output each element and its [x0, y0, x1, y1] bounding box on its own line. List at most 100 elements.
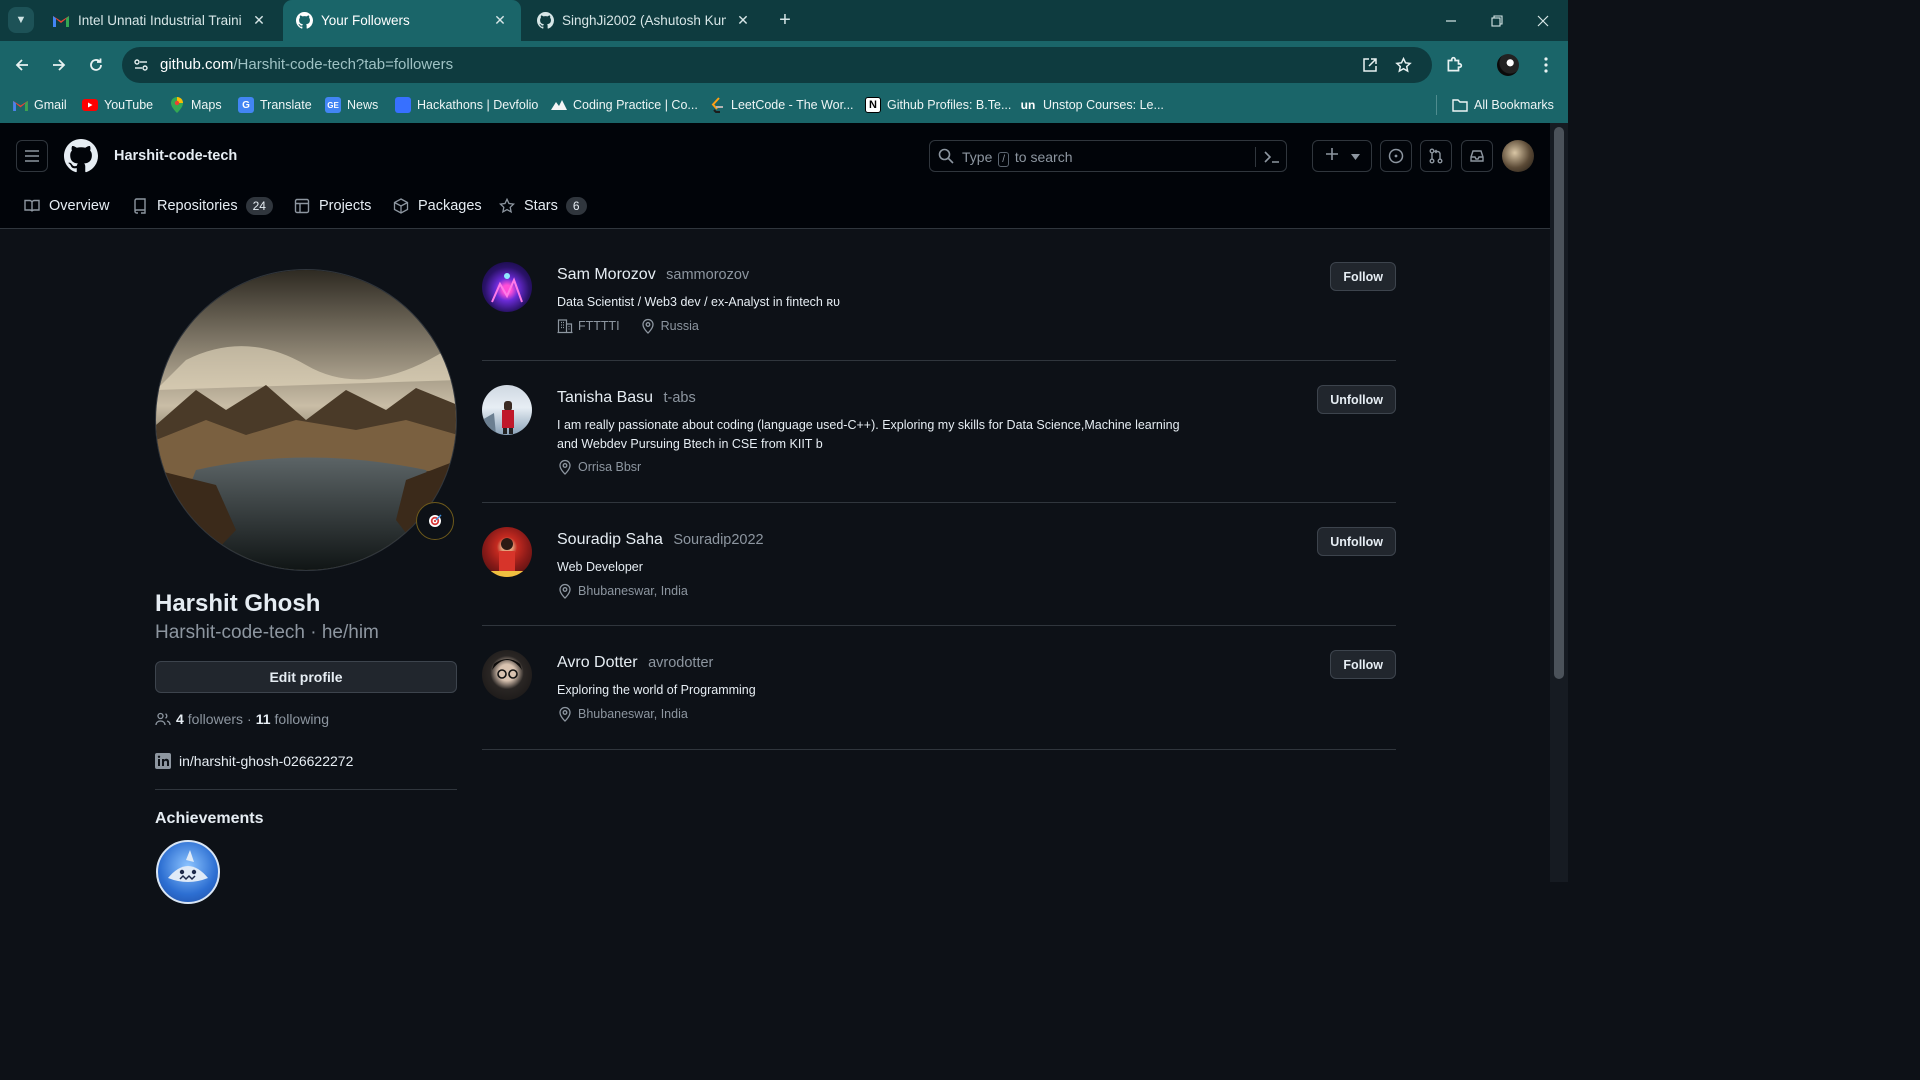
table-icon: [294, 198, 310, 214]
linkedin-icon: [155, 753, 171, 769]
follower-name-line[interactable]: Avro Dotter avrodotter: [557, 654, 713, 672]
translate-icon: G: [238, 97, 254, 113]
linkedin-link[interactable]: in/harshit-ghosh-026622272: [155, 753, 353, 769]
bookmark-star-icon[interactable]: [1392, 54, 1414, 76]
edit-profile-button[interactable]: Edit profile: [155, 661, 457, 693]
back-arrow-icon[interactable]: [8, 51, 36, 79]
achievement-badge-shark[interactable]: [156, 840, 220, 904]
bookmark-unstop[interactable]: un Unstop Courses: Le...: [1019, 95, 1164, 115]
bookmark-maps[interactable]: Maps: [169, 95, 222, 115]
status-emoji-badge[interactable]: [416, 502, 454, 540]
news-icon: GE: [325, 97, 341, 113]
book-icon: [24, 199, 40, 212]
page-scrollbar[interactable]: [1550, 123, 1568, 882]
follower-avatar[interactable]: [482, 385, 532, 435]
follower-item: Avro Dotter avrodotter Exploring the wor…: [482, 650, 1396, 750]
url-text: github.com/Harshit-code-tech?tab=followe…: [160, 56, 453, 73]
follower-location: Bhubaneswar, India: [557, 583, 688, 599]
bookmark-youtube[interactable]: YouTube: [82, 95, 153, 115]
follower-name: Souradip Saha: [557, 531, 663, 548]
follower-avatar[interactable]: [482, 527, 532, 577]
following-link[interactable]: 11 following: [256, 711, 329, 727]
folder-icon: [1452, 97, 1468, 113]
tab-repositories[interactable]: Repositories 24: [132, 189, 273, 223]
bookmark-gmail[interactable]: Gmail: [12, 95, 67, 115]
location-pin-icon: [559, 706, 571, 722]
github-icon: [536, 12, 554, 30]
search-icon: [938, 148, 954, 164]
repositories-count-badge: 24: [245, 197, 273, 215]
header-username-link[interactable]: Harshit-code-tech: [114, 148, 237, 164]
tab-overview[interactable]: Overview: [24, 189, 109, 223]
follow-button[interactable]: Follow: [1330, 650, 1396, 679]
new-tab-button[interactable]: +: [772, 8, 798, 34]
follower-name-line[interactable]: Sam Morozov sammorozov: [557, 266, 749, 284]
bookmark-label: Gmail: [34, 98, 67, 112]
follower-avatar[interactable]: [482, 650, 532, 700]
reload-icon[interactable]: [82, 51, 110, 79]
bookmark-label: News: [347, 98, 379, 112]
bookmark-github-profiles[interactable]: N Github Profiles: B.Te...: [865, 95, 1011, 115]
bookmark-translate[interactable]: G Translate: [238, 95, 312, 115]
location-pin-icon: [559, 583, 571, 599]
open-in-app-icon[interactable]: [1359, 54, 1381, 76]
achievements-heading[interactable]: Achievements: [155, 810, 264, 828]
profile-avatar[interactable]: [155, 269, 457, 571]
issues-icon[interactable]: [1380, 140, 1412, 172]
close-window-icon[interactable]: [1520, 0, 1566, 41]
follower-meta: Bhubaneswar, India: [557, 583, 708, 599]
tab-search-button[interactable]: ▼: [8, 7, 34, 33]
tab-title: Intel Unnati Industrial Training P: [78, 13, 242, 28]
bookmark-label: All Bookmarks: [1474, 98, 1554, 112]
site-settings-icon[interactable]: [130, 54, 152, 76]
follower-name-line[interactable]: Souradip Saha Souradip2022: [557, 531, 764, 549]
follower-item: Souradip Saha Souradip2022 Web Developer…: [482, 527, 1396, 626]
hamburger-menu-icon[interactable]: [16, 140, 48, 172]
browser-tab-followers[interactable]: Your Followers ✕: [283, 0, 521, 41]
pull-requests-icon[interactable]: [1420, 140, 1452, 172]
follower-company: FTTTTI: [557, 318, 620, 334]
search-shortcut-key: /: [998, 152, 1010, 167]
forward-arrow-icon[interactable]: [45, 51, 73, 79]
tab-packages[interactable]: Packages: [393, 189, 482, 223]
follow-stats: 4 followers · 11 following: [155, 711, 329, 727]
scrollbar-thumb[interactable]: [1554, 127, 1564, 679]
github-logo-icon[interactable]: [64, 139, 98, 173]
browser-menu-icon[interactable]: [1532, 51, 1560, 79]
follower-login: t-abs: [663, 390, 696, 406]
restore-window-icon[interactable]: [1474, 0, 1520, 41]
browser-tab-intel[interactable]: Intel Unnati Industrial Training P ✕: [40, 0, 280, 41]
follower-login: sammorozov: [666, 267, 750, 283]
close-tab-icon[interactable]: ✕: [491, 12, 509, 29]
follower-avatar[interactable]: [482, 262, 532, 312]
follow-button[interactable]: Follow: [1330, 262, 1396, 291]
follower-login: Souradip2022: [673, 532, 764, 548]
header-user-avatar[interactable]: [1502, 140, 1534, 172]
tab-projects[interactable]: Projects: [294, 189, 371, 223]
create-new-dropdown[interactable]: [1312, 140, 1372, 172]
minimize-window-icon[interactable]: [1428, 0, 1474, 41]
inbox-icon[interactable]: [1461, 140, 1493, 172]
bookmark-devfolio[interactable]: Hackathons | Devfolio: [395, 95, 538, 115]
bookmark-coding-practice[interactable]: Coding Practice | Co...: [551, 95, 698, 115]
follower-bio: Web Developer: [557, 560, 643, 574]
follower-name: Avro Dotter: [557, 654, 638, 671]
browser-profile-avatar[interactable]: [1494, 51, 1522, 79]
tab-stars[interactable]: Stars 6: [499, 189, 587, 223]
followers-link[interactable]: 4 followers: [176, 711, 243, 727]
address-bar[interactable]: github.com/Harshit-code-tech?tab=followe…: [122, 47, 1432, 83]
search-input[interactable]: Type / to search: [929, 140, 1287, 172]
close-tab-icon[interactable]: ✕: [250, 12, 268, 29]
command-palette-icon[interactable]: [1263, 148, 1281, 166]
all-bookmarks-button[interactable]: All Bookmarks: [1452, 95, 1554, 115]
bookmark-news[interactable]: GE News: [325, 95, 378, 115]
location-pin-icon: [642, 318, 654, 334]
unfollow-button[interactable]: Unfollow: [1317, 527, 1396, 556]
follower-location: Russia: [640, 318, 699, 334]
close-tab-icon[interactable]: ✕: [734, 12, 752, 29]
bookmark-leetcode[interactable]: LeetCode - The Wor...: [709, 95, 854, 115]
extensions-puzzle-icon[interactable]: [1440, 51, 1468, 79]
follower-name-line[interactable]: Tanisha Basu t-abs: [557, 389, 696, 407]
browser-tab-singhji[interactable]: SinghJi2002 (Ashutosh Kumar S ✕: [524, 0, 764, 41]
unfollow-button[interactable]: Unfollow: [1317, 385, 1396, 414]
